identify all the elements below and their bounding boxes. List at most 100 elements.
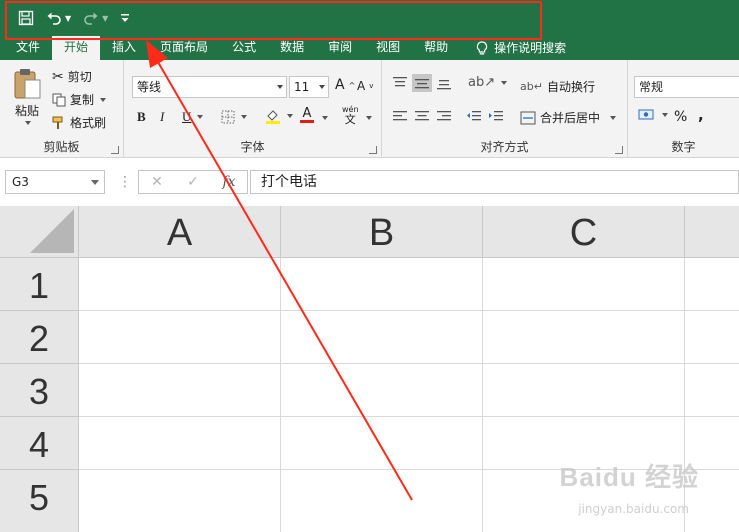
underline-dropdown-icon[interactable]	[197, 115, 204, 119]
decrease-indent-button[interactable]	[466, 109, 482, 123]
accounting-dropdown-icon[interactable]	[662, 113, 668, 117]
merge-center-button[interactable]: 合并后居中	[520, 109, 617, 126]
increase-indent-button[interactable]	[488, 109, 504, 123]
cell-a3[interactable]	[79, 364, 281, 417]
tab-data[interactable]: 数据	[268, 36, 316, 60]
paste-dropdown-icon[interactable]	[25, 121, 31, 125]
phonetic-dropdown-icon[interactable]	[366, 116, 372, 120]
formula-input[interactable]: 打个电话	[250, 170, 739, 194]
underline-icon: U	[182, 109, 192, 124]
fill-color-dropdown-icon[interactable]	[287, 114, 293, 118]
cell-c2[interactable]	[483, 311, 685, 364]
align-left-button[interactable]	[392, 109, 408, 123]
row-header-5[interactable]: 5	[0, 470, 79, 532]
cell-b1[interactable]	[281, 258, 483, 311]
orientation-button[interactable]: ab↗	[468, 75, 508, 90]
grow-font-button[interactable]: A ^	[335, 77, 355, 93]
borders-button[interactable]	[221, 110, 247, 124]
bold-button[interactable]: B	[137, 109, 146, 125]
name-box[interactable]: G3	[5, 170, 105, 194]
redo-dropdown-icon[interactable]: ▼	[102, 14, 108, 23]
cell-d3[interactable]	[685, 364, 739, 417]
number-format-select[interactable]: 常规	[634, 76, 739, 98]
cut-button[interactable]: ✂ 剪切	[52, 68, 92, 85]
cell-b5[interactable]	[281, 470, 483, 532]
tab-file[interactable]: 文件	[0, 36, 52, 60]
phonetic-guide-button[interactable]: wén 文	[342, 105, 359, 125]
customize-qat-button[interactable]	[120, 6, 130, 30]
row-header-3[interactable]: 3	[0, 364, 79, 417]
paste-button[interactable]: 粘贴	[12, 68, 42, 125]
clipboard-launcher-icon[interactable]	[111, 146, 119, 154]
cell-c1[interactable]	[483, 258, 685, 311]
font-name-select[interactable]: 等线	[132, 76, 287, 98]
font-color-dropdown-icon[interactable]	[322, 116, 328, 120]
cell-d1[interactable]	[685, 258, 739, 311]
merge-center-dropdown-icon[interactable]	[610, 115, 617, 120]
align-bottom-button[interactable]	[436, 76, 452, 90]
cell-a5[interactable]	[79, 470, 281, 532]
align-center-button[interactable]	[414, 109, 430, 123]
alignment-group-label: 对齐方式	[480, 140, 529, 154]
cell-a4[interactable]	[79, 417, 281, 470]
cancel-entry-icon[interactable]: ✕	[139, 174, 175, 190]
align-left-icon	[393, 111, 407, 121]
italic-button[interactable]: I	[160, 109, 164, 125]
row-header-4[interactable]: 4	[0, 417, 79, 470]
tab-insert[interactable]: 插入	[100, 36, 148, 60]
undo-dropdown-icon[interactable]: ▼	[65, 14, 71, 23]
format-painter-button[interactable]: 格式刷	[52, 114, 106, 131]
paste-label: 粘贴	[14, 104, 39, 118]
fill-color-button[interactable]	[265, 108, 293, 124]
cell-b3[interactable]	[281, 364, 483, 417]
column-header-a[interactable]: A	[79, 206, 281, 258]
shrink-font-button[interactable]: Av	[357, 79, 373, 93]
enter-entry-icon[interactable]: ✓	[175, 174, 211, 190]
font-launcher-icon[interactable]	[369, 146, 377, 154]
cell-a1[interactable]	[79, 258, 281, 311]
tab-view[interactable]: 视图	[364, 36, 412, 60]
percent-button[interactable]: %	[674, 109, 687, 125]
tab-formulas[interactable]: 公式	[220, 36, 268, 60]
tell-me-search[interactable]: 操作说明搜索	[460, 36, 578, 60]
ribbon-tabs: 文件 开始 插入 页面布局 公式 数据 审阅 视图 帮助 操作说明搜索	[0, 36, 739, 60]
align-top-button[interactable]	[392, 76, 408, 90]
orientation-dropdown-icon[interactable]	[501, 80, 508, 85]
font-size-select[interactable]: 11	[289, 76, 329, 98]
accounting-format-button[interactable]	[638, 108, 668, 122]
tab-home[interactable]: 开始	[52, 36, 101, 60]
underline-button[interactable]: U	[182, 109, 204, 125]
comma-style-button[interactable]: ,	[698, 106, 704, 124]
formula-bar-grip[interactable]: ⋮	[118, 174, 133, 190]
align-right-icon	[437, 111, 451, 121]
column-header-b[interactable]: B	[281, 206, 483, 258]
wrap-text-button[interactable]: ab↵ 自动换行	[520, 78, 595, 95]
row-header-1[interactable]: 1	[0, 258, 79, 311]
undo-button[interactable]: ▼	[46, 6, 71, 30]
tab-help[interactable]: 帮助	[412, 36, 460, 60]
align-right-button[interactable]	[436, 109, 452, 123]
tab-page-layout[interactable]: 页面布局	[148, 36, 220, 60]
insert-function-icon[interactable]: fx	[211, 174, 247, 190]
row-header-2[interactable]: 2	[0, 311, 79, 364]
save-button[interactable]	[18, 6, 34, 30]
cell-b2[interactable]	[281, 311, 483, 364]
borders-dropdown-icon[interactable]	[241, 115, 247, 119]
align-middle-button[interactable]	[412, 74, 432, 92]
ribbon: 粘贴 ✂ 剪切 复制 格式刷 剪贴板 等线 11 A ^ A v B I U A…	[0, 60, 739, 158]
font-color-button[interactable]: A	[300, 107, 314, 123]
select-all-button[interactable]	[0, 206, 79, 258]
cell-c3[interactable]	[483, 364, 685, 417]
tab-review[interactable]: 审阅	[316, 36, 364, 60]
cell-b4[interactable]	[281, 417, 483, 470]
alignment-launcher-icon[interactable]	[615, 146, 623, 154]
name-box-value: G3	[12, 175, 29, 189]
copy-button[interactable]: 复制	[52, 91, 107, 108]
cell-a2[interactable]	[79, 311, 281, 364]
cell-d2[interactable]	[685, 311, 739, 364]
column-header-d-partial[interactable]	[685, 206, 739, 258]
copy-dropdown-icon[interactable]	[100, 97, 107, 102]
redo-button[interactable]: ▼	[83, 6, 108, 30]
column-header-c[interactable]: C	[483, 206, 685, 258]
paste-icon	[14, 69, 41, 99]
